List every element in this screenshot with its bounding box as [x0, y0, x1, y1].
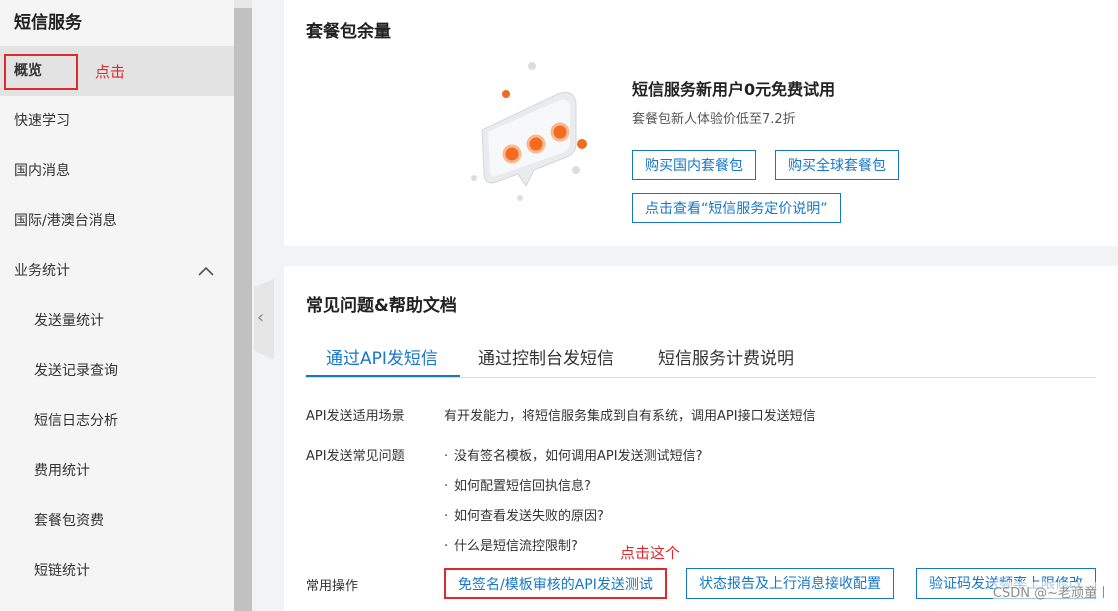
scenario-label: API发送适用场景	[306, 409, 405, 424]
chevron-up-icon[interactable]	[198, 246, 214, 296]
scenario-text: 有开发能力，将短信服务集成到自有系统，调用API接口发送短信	[444, 409, 816, 424]
highlight-box	[4, 54, 78, 90]
chat-bubble-illustration	[471, 62, 587, 201]
sidebar-item-label: 短信日志分析	[34, 413, 118, 429]
sidebar-item-label: 发送记录查询	[34, 363, 118, 379]
api-send-test-button[interactable]: 免签名/模板审核的API发送测试	[444, 568, 667, 599]
sidebar-item-label: 国内消息	[14, 163, 70, 179]
sidebar-item-domestic[interactable]: 国内消息	[0, 146, 234, 196]
annotation-text: 点击	[95, 63, 126, 81]
scrollbar-thumb[interactable]	[234, 8, 252, 611]
watermark: CSDN @~老顽童丨	[992, 582, 1110, 601]
sidebar-scrollbar[interactable]	[234, 0, 252, 611]
sidebar-item-label: 套餐包资费	[34, 513, 104, 529]
view-pricing-button[interactable]: 点击查看“短信服务定价说明”	[632, 193, 841, 223]
package-card: 套餐包余量 短信服务新用户0元免费试用 套餐包新人体验价低至7.2折 购买国内套…	[284, 0, 1118, 246]
status-report-config-button[interactable]: 状态报告及上行消息接收配置	[686, 568, 894, 599]
sidebar-item-label: 发送量统计	[34, 313, 104, 329]
help-tabs: 通过API发短信 通过控制台发短信 短信服务计费说明	[306, 344, 1118, 378]
tab-api-sms[interactable]: 通过API发短信	[326, 344, 438, 378]
faq-link[interactable]: 没有签名模板，如何调用API发送测试短信?	[454, 449, 702, 464]
sidebar-item-label: 快速学习	[14, 113, 70, 129]
collapse-sidebar-button[interactable]: ‹	[254, 279, 274, 359]
faq-link[interactable]: 如何查看发送失败的原因?	[454, 509, 604, 524]
sidebar-item-label: 短链统计	[34, 563, 90, 579]
promo-title: 短信服务新用户0元免费试用	[632, 80, 836, 99]
chevron-left-icon: ‹	[257, 307, 265, 328]
sidebar-title: 短信服务	[14, 13, 82, 33]
sidebar-item-cost-stats[interactable]: 费用统计	[0, 446, 234, 496]
faq-link[interactable]: 什么是短信流控限制?	[454, 539, 578, 554]
sidebar-item-quick-learn[interactable]: 快速学习	[0, 96, 234, 146]
sidebar-item-label: 费用统计	[34, 463, 90, 479]
help-card: 常见问题&帮助文档 通过API发短信 通过控制台发短信 短信服务计费说明 API…	[284, 266, 1118, 611]
sidebar-item-shortlink-stats[interactable]: 短链统计	[0, 546, 234, 596]
tab-divider	[306, 377, 1096, 378]
annotation-text: 点击这个	[620, 544, 681, 562]
sidebar-item-send-volume[interactable]: 发送量统计	[0, 296, 234, 346]
sidebar-item-label: 国际/港澳台消息	[14, 213, 117, 229]
faq-link[interactable]: 如何配置短信回执信息?	[454, 479, 591, 494]
sidebar-item-send-records[interactable]: 发送记录查询	[0, 346, 234, 396]
sidebar-item-business-stats[interactable]: 业务统计	[0, 246, 234, 296]
tab-console-sms[interactable]: 通过控制台发短信	[478, 344, 614, 378]
sidebar-item-log-analysis[interactable]: 短信日志分析	[0, 396, 234, 446]
ops-label: 常用操作	[306, 579, 359, 594]
buy-global-package-button[interactable]: 购买全球套餐包	[775, 150, 899, 180]
faq-item[interactable]: · 如何配置短信回执信息?	[444, 475, 591, 494]
faq-item[interactable]: · 什么是短信流控限制?	[444, 535, 578, 554]
package-title: 套餐包余量	[306, 22, 391, 42]
sidebar-item-label: 业务统计	[14, 263, 70, 279]
help-title: 常见问题&帮助文档	[306, 296, 457, 316]
sidebar-item-international[interactable]: 国际/港澳台消息	[0, 196, 234, 246]
buy-domestic-package-button[interactable]: 购买国内套餐包	[632, 150, 756, 180]
faq-label: API发送常见问题	[306, 449, 405, 464]
faq-item[interactable]: · 没有签名模板，如何调用API发送测试短信?	[444, 445, 702, 464]
sidebar: 短信服务 概览 快速学习 国内消息 国际/港澳台消息 业务统计 发送量统计 发送…	[0, 0, 234, 611]
tab-billing[interactable]: 短信服务计费说明	[658, 344, 794, 378]
faq-item[interactable]: · 如何查看发送失败的原因?	[444, 505, 604, 524]
promo-subtitle: 套餐包新人体验价低至7.2折	[632, 112, 796, 127]
sidebar-item-package-pricing[interactable]: 套餐包资费	[0, 496, 234, 546]
